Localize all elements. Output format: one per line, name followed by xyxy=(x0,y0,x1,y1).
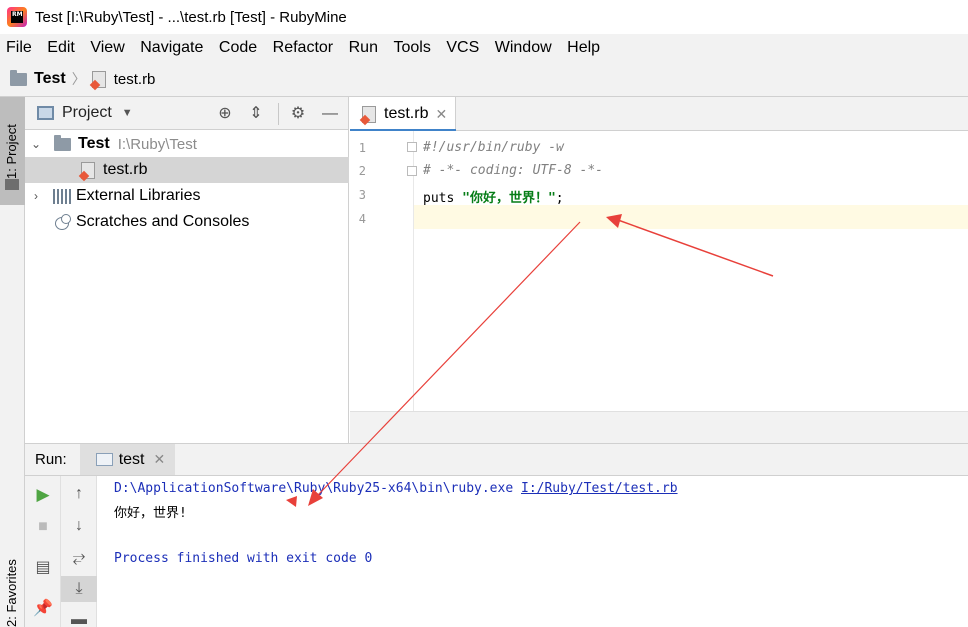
menu-vcs[interactable]: VCS xyxy=(446,39,479,57)
code-line-2: # -*- coding: UTF-8 -*- xyxy=(423,163,604,178)
tab-test-rb[interactable]: test.rb ✕ xyxy=(350,97,456,132)
code-semicolon: ; xyxy=(555,191,564,206)
favorites-tool-button[interactable]: 2: Favorites xyxy=(4,559,19,627)
tree-item-project-root[interactable]: ⌄ Test I:\Ruby\Test xyxy=(25,131,349,157)
code-line-3: puts "你好，世界！"; xyxy=(423,187,564,206)
run-toolbar-primary: ▶ ■ ▤ 📌 xyxy=(25,476,61,627)
menu-file[interactable]: File xyxy=(6,39,32,57)
menu-bar: File Edit View Navigate Code Refactor Ru… xyxy=(0,34,968,62)
line-number: 3 xyxy=(358,188,366,202)
menu-window[interactable]: Window xyxy=(495,39,552,57)
run-config-icon xyxy=(95,453,113,466)
chevron-right-icon[interactable]: › xyxy=(29,189,43,203)
project-panel-header: Project ▼ ⊕ ⇕ ⚙ — xyxy=(25,97,348,130)
breadcrumb: Test 〉 test.rb xyxy=(0,62,968,97)
code-string: "你好，世界！" xyxy=(462,191,556,206)
locate-icon[interactable]: ⊕ xyxy=(216,105,234,123)
code-keyword-puts: puts xyxy=(423,191,463,206)
tree-external-libraries-label: External Libraries xyxy=(76,187,201,204)
libraries-icon xyxy=(53,188,71,204)
close-icon[interactable]: ✕ xyxy=(435,106,447,123)
menu-navigate[interactable]: Navigate xyxy=(140,39,203,57)
breadcrumb-separator-icon: 〉 xyxy=(71,71,86,87)
fold-marker-icon[interactable] xyxy=(407,142,417,152)
hide-panel-icon[interactable]: — xyxy=(321,105,339,123)
run-toolbar-secondary: ↑ ↓ ⥂ ⤓ ▬ xyxy=(61,476,97,627)
menu-tools[interactable]: Tools xyxy=(393,39,430,57)
scroll-to-end-icon[interactable]: ⤓ xyxy=(61,576,97,602)
fold-marker-icon[interactable] xyxy=(407,166,417,176)
tree-scratches-label: Scratches and Consoles xyxy=(76,213,250,230)
project-view-selector[interactable]: Project xyxy=(62,104,112,122)
code-line-1: #!/usr/bin/ruby -w xyxy=(423,140,564,155)
current-line-highlight xyxy=(350,205,968,229)
ruby-file-icon xyxy=(362,105,376,123)
ruby-file-icon xyxy=(81,161,95,179)
header-divider xyxy=(278,103,279,125)
line-number: 4 xyxy=(358,212,366,226)
folder-icon xyxy=(54,134,71,151)
tree-file-label: test.rb xyxy=(103,161,148,178)
menu-refactor[interactable]: Refactor xyxy=(273,39,333,57)
editor-gutter: 1 2 3 4 xyxy=(350,131,417,411)
project-panel: Project ▼ ⊕ ⇕ ⚙ — ⌄ Test I:\Ruby\Test te… xyxy=(25,97,349,443)
soft-wrap-icon[interactable]: ⥂ xyxy=(61,545,97,571)
tree-root-path: I:\Ruby\Test xyxy=(117,135,197,153)
tree-item-scratches[interactable]: Scratches and Consoles xyxy=(25,209,349,235)
project-folder-icon xyxy=(5,179,19,190)
collapse-all-icon[interactable]: ⇕ xyxy=(247,105,265,123)
project-tool-label: 1: Project xyxy=(4,124,19,179)
line-number: 2 xyxy=(358,164,366,178)
editor-tab-bar: test.rb ✕ xyxy=(350,97,968,132)
console-script-link[interactable]: I:/Ruby/Test/test.rb xyxy=(521,481,678,496)
code-editor[interactable]: 1 2 3 4 #!/usr/bin/ruby -w # -*- coding:… xyxy=(350,131,968,411)
tree-item-test-rb[interactable]: test.rb xyxy=(25,157,349,183)
console-output: 你好，世界! xyxy=(114,506,187,521)
layout-icon[interactable]: ▤ xyxy=(25,555,61,581)
menu-run[interactable]: Run xyxy=(349,39,378,57)
run-console[interactable]: D:\ApplicationSoftware\Ruby\Ruby25-x64\b… xyxy=(97,476,968,627)
tree-root-label: Test xyxy=(78,135,110,152)
print-icon[interactable]: ▬ xyxy=(61,607,97,627)
ruby-file-icon xyxy=(91,70,106,88)
console-command: D:\ApplicationSoftware\Ruby\Ruby25-x64\b… xyxy=(114,481,521,496)
gear-icon[interactable]: ⚙ xyxy=(289,105,307,123)
run-tab-label: test xyxy=(118,450,145,468)
menu-edit[interactable]: Edit xyxy=(47,39,75,57)
window-title: Test [I:\Ruby\Test] - ...\test.rb [Test]… xyxy=(35,8,347,26)
title-bar: RM Test [I:\Ruby\Test] - ...\test.rb [Te… xyxy=(0,0,968,34)
folder-icon xyxy=(10,69,27,86)
chevron-down-icon[interactable]: ▼ xyxy=(122,107,133,119)
breadcrumb-file[interactable]: test.rb xyxy=(114,71,156,88)
chevron-down-icon[interactable]: ⌄ xyxy=(29,137,43,151)
console-exit-message: Process finished with exit code 0 xyxy=(114,551,373,566)
scratches-icon xyxy=(53,214,71,230)
rubymine-logo-icon: RM xyxy=(7,7,27,27)
line-number: 1 xyxy=(358,141,366,155)
editor-status-area xyxy=(350,411,968,443)
arrow-down-icon[interactable]: ↓ xyxy=(61,513,97,539)
rerun-icon[interactable]: ▶ xyxy=(25,482,61,508)
arrow-up-icon[interactable]: ↑ xyxy=(61,481,97,507)
run-tab-test[interactable]: test ✕ xyxy=(79,444,176,475)
menu-help[interactable]: Help xyxy=(567,39,600,57)
run-panel-header: Run: test ✕ xyxy=(25,443,968,476)
tree-item-external-libraries[interactable]: › External Libraries xyxy=(25,183,349,209)
stop-icon[interactable]: ■ xyxy=(25,514,61,540)
tab-label: test.rb xyxy=(384,105,429,122)
console-command-line: D:\ApplicationSoftware\Ruby\Ruby25-x64\b… xyxy=(114,481,678,496)
pin-icon[interactable]: 📌 xyxy=(25,596,61,622)
left-tool-strip: 1: Project 2: Favorites xyxy=(0,97,25,627)
menu-view[interactable]: View xyxy=(90,39,124,57)
menu-code[interactable]: Code xyxy=(219,39,257,57)
breadcrumb-project[interactable]: Test xyxy=(34,70,66,88)
close-icon[interactable]: ✕ xyxy=(153,451,165,468)
run-label: Run: xyxy=(35,451,67,468)
project-view-icon xyxy=(37,106,54,120)
